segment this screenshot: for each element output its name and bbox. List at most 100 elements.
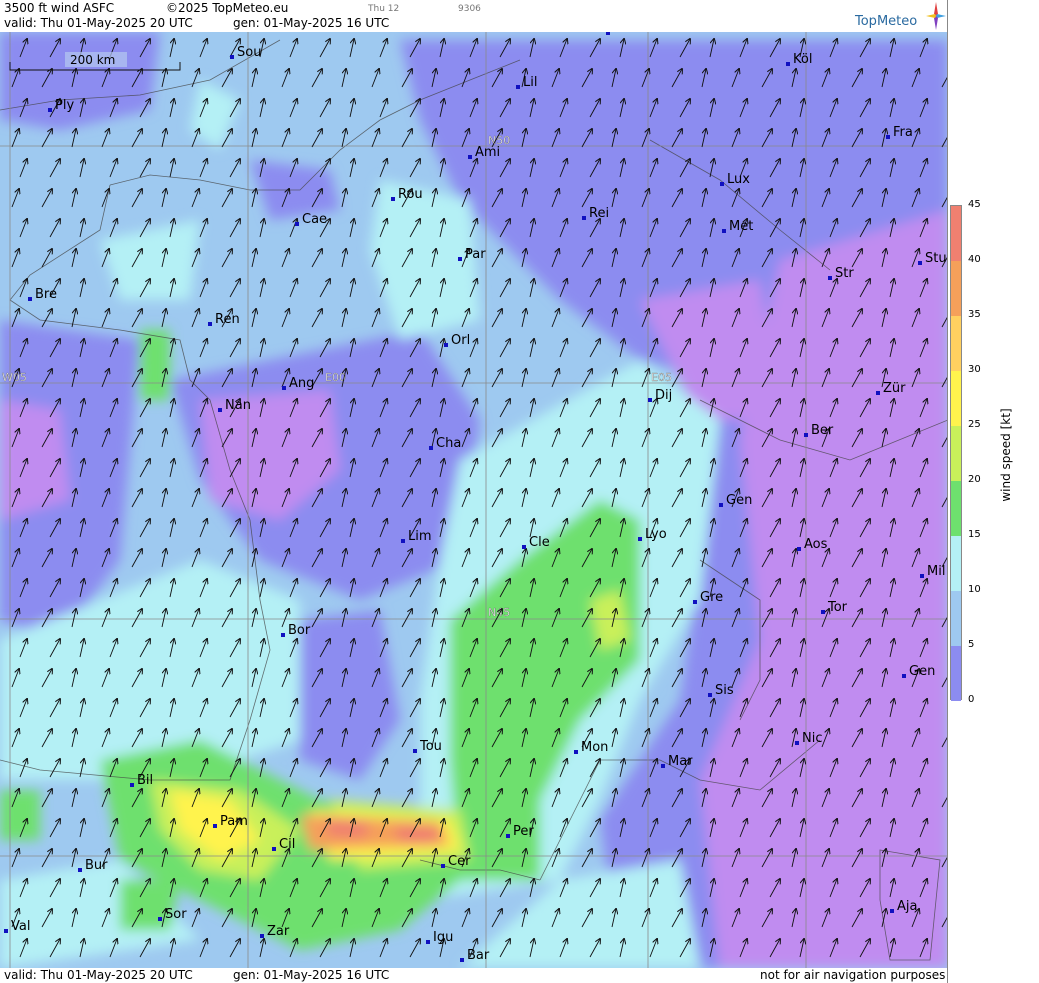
city-label: Gre (700, 590, 723, 605)
legend-color-segment (951, 261, 961, 316)
city-dot (506, 834, 510, 838)
city-label: Par (465, 247, 486, 262)
city-label: Bur (85, 858, 108, 873)
city-dot (606, 32, 610, 35)
city-dot (48, 108, 52, 112)
footer-generation-time: gen: 01-May-2025 16 UTC (233, 968, 390, 982)
city-dot (429, 446, 433, 450)
city-label: Igu (433, 930, 453, 945)
city-dot (797, 547, 801, 551)
city-dot (661, 764, 665, 768)
legend-color-segment (951, 591, 961, 646)
legend-color-segment (951, 316, 961, 371)
city-dot (516, 85, 520, 89)
city-dot (693, 600, 697, 604)
city-label: Met (729, 219, 753, 234)
city-label: Ami (475, 145, 500, 160)
city-label: Mon (581, 740, 608, 755)
city-dot (441, 864, 445, 868)
city-label: Dij (655, 388, 672, 403)
city-dot (795, 741, 799, 745)
legend-tick-label: 35 (968, 309, 981, 320)
city-dot (886, 135, 890, 139)
city-label: Ply (55, 98, 74, 113)
city-label: Mil (927, 564, 945, 579)
legend-color-segment (951, 536, 961, 591)
city-label: Sis (715, 683, 734, 698)
legend-color-segment (951, 371, 961, 426)
city-dot (648, 398, 652, 402)
city-label: Stu (925, 251, 947, 266)
scale-bar-label: 200 km (70, 53, 115, 67)
legend-tick-label: 0 (968, 694, 975, 705)
legend-tick-label: 15 (968, 529, 981, 540)
city-dot (281, 633, 285, 637)
city-label: Rou (398, 187, 423, 202)
city-dot (230, 55, 234, 59)
city-label: Lyo (645, 527, 667, 542)
grid-label-n45: N45 (488, 606, 510, 619)
city-dot (413, 749, 417, 753)
city-label: Fra (893, 125, 913, 140)
legend-tick-label: 20 (968, 474, 981, 485)
header-small-text-2: 9306 (458, 4, 481, 14)
city-dot (272, 847, 276, 851)
compass-star-icon (926, 2, 946, 30)
city-label: Bil (137, 773, 153, 788)
city-label: Str (835, 266, 854, 281)
city-dot (918, 261, 922, 265)
legend-label: wind speed [kt] (999, 408, 1013, 502)
valid-time: valid: Thu 01-May-2025 20 UTC (4, 16, 193, 30)
legend-color-segment (951, 426, 961, 481)
city-label: Bor (288, 623, 311, 638)
legend-tick-label: 10 (968, 584, 981, 595)
city-dot (720, 182, 724, 186)
city-label: Rei (589, 206, 609, 221)
disclaimer-text: not for air navigation purposes (760, 968, 946, 982)
legend-color-segment (951, 481, 961, 536)
city-label: Cae (302, 212, 327, 227)
city-label: Zar (267, 924, 290, 939)
city-dot (821, 610, 825, 614)
city-label: Val (11, 919, 30, 934)
legend-colorbar (950, 205, 962, 701)
city-label: Ber (811, 423, 834, 438)
city-dot (282, 386, 286, 390)
topmeteo-logo-text: TopMeteo (855, 14, 918, 29)
legend-tick-label: 40 (968, 254, 981, 265)
header-small-text-1: Thu 12 (368, 4, 400, 14)
product-title: 3500 ft wind ASFC (4, 1, 115, 15)
city-dot (828, 276, 832, 280)
city-dot (458, 257, 462, 261)
city-label: Sor (165, 907, 187, 922)
city-dot (708, 693, 712, 697)
city-label: Sou (237, 45, 261, 60)
legend-color-segment (951, 206, 961, 261)
city-dot (130, 783, 134, 787)
legend-tick-label: 5 (968, 639, 975, 650)
city-label: Gen (726, 493, 752, 508)
city-label: Pam (220, 814, 248, 829)
city-dot (218, 408, 222, 412)
wind-speed-legend: 45 40 35 30 25 20 15 10 5 0 wind speed [kt] (950, 199, 1039, 705)
city-label: Gen (909, 664, 935, 679)
city-dot (902, 674, 906, 678)
city-dot (876, 391, 880, 395)
city-label: Lim (408, 529, 432, 544)
city-dot (208, 322, 212, 326)
city-dot (4, 929, 8, 933)
legend-color-segment (951, 646, 961, 701)
city-dot (213, 824, 217, 828)
city-label: Köl (793, 52, 812, 67)
city-label: Nan (225, 398, 251, 413)
wind-map[interactable]: N50 N45 W05 E00 E05 200 km SouPlyLilBruK… (0, 32, 948, 968)
city-label: Bru (613, 32, 636, 36)
city-dot (460, 958, 464, 962)
city-dot (786, 62, 790, 66)
city-label: Bar (467, 948, 490, 963)
copyright-text: ©2025 TopMeteo.eu (166, 1, 289, 15)
city-label: Cer (448, 854, 471, 869)
city-label: Orl (451, 333, 470, 348)
city-label: Lux (727, 172, 750, 187)
city-dot (28, 297, 32, 301)
